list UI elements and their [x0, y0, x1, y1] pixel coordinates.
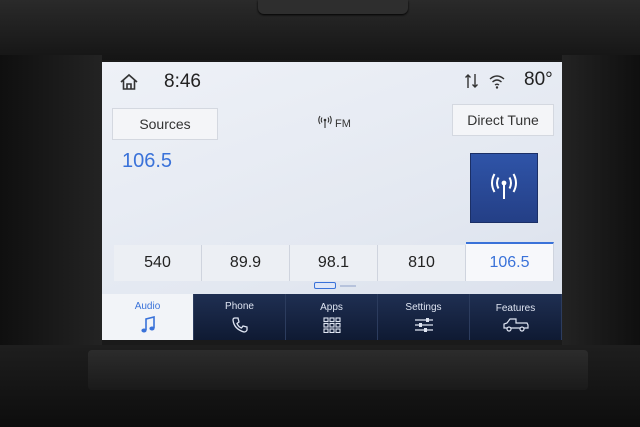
page-indicator: [314, 282, 356, 289]
page-dot: [340, 284, 356, 287]
nav-phone-label: Phone: [225, 300, 254, 312]
radio-tower-icon: [487, 169, 521, 208]
nav-settings-label: Settings: [405, 301, 442, 313]
sources-button[interactable]: Sources: [112, 108, 218, 140]
page-dot-active: [314, 282, 336, 289]
bezel-right: [562, 55, 640, 355]
current-frequency: 106.5: [122, 150, 173, 172]
home-icon[interactable]: [118, 71, 140, 93]
preset-button[interactable]: 98.1: [290, 245, 378, 281]
antenna-icon: [318, 115, 332, 132]
bezel-left: [0, 55, 102, 355]
preset-button[interactable]: 89.9: [202, 245, 290, 281]
signal-icon: [464, 72, 480, 95]
nav-apps[interactable]: Apps: [286, 294, 378, 340]
nav-apps-label: Apps: [320, 301, 343, 313]
sliders-icon: [414, 317, 434, 333]
status-bar: 8:46 80°: [102, 62, 562, 102]
wifi-icon: [488, 72, 506, 95]
nav-features[interactable]: Features: [470, 294, 562, 340]
outside-temperature: 80°: [524, 69, 553, 90]
bezel-knob: [258, 0, 408, 14]
band-indicator: FM: [318, 115, 351, 132]
phone-icon: [231, 316, 249, 334]
bezel-ledge: [88, 350, 588, 390]
nav-audio[interactable]: Audio: [102, 294, 194, 340]
nav-audio-label: Audio: [134, 300, 161, 312]
preset-button[interactable]: 810: [378, 245, 466, 281]
status-icons: [464, 72, 506, 95]
infotainment-screen: 8:46 80° Sources FM Direct Tune 106.5 54…: [102, 62, 562, 340]
nav-settings[interactable]: Settings: [378, 294, 470, 340]
band-label: FM: [335, 117, 351, 130]
radio-tile-button[interactable]: [470, 153, 538, 223]
preset-button-active[interactable]: 106.5: [466, 242, 554, 281]
bottom-nav: Audio Phone Apps Settings Features: [102, 294, 562, 340]
music-note-icon: [140, 315, 156, 334]
clock: 8:46: [164, 71, 201, 92]
truck-icon: [502, 317, 529, 332]
direct-tune-button[interactable]: Direct Tune: [452, 104, 554, 136]
preset-button[interactable]: 540: [114, 245, 202, 281]
apps-grid-icon: [322, 316, 341, 333]
nav-phone[interactable]: Phone: [194, 294, 286, 340]
nav-features-label: Features: [495, 302, 536, 314]
preset-bar: 540 89.9 98.1 810 106.5: [114, 242, 554, 282]
